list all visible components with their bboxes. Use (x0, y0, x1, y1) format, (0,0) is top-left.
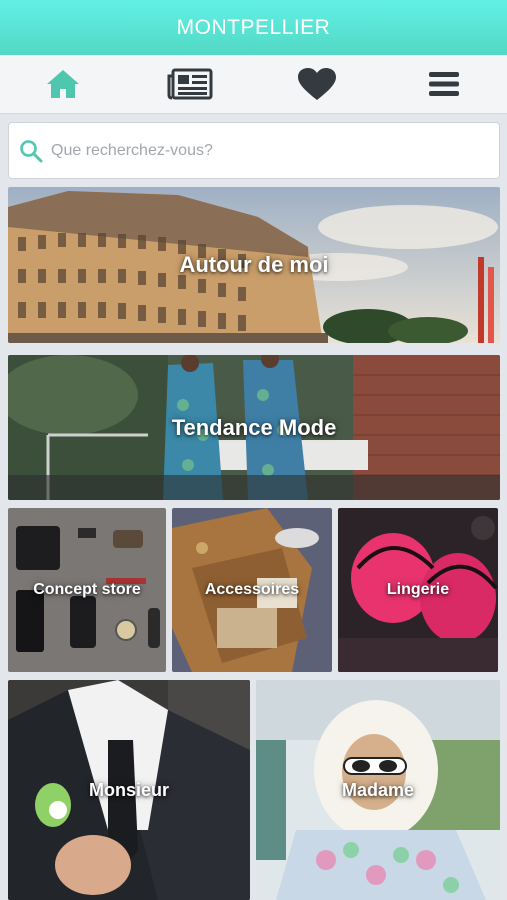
tile-lingerie[interactable]: Lingerie (338, 508, 498, 672)
nav-favorites-button[interactable] (287, 59, 347, 109)
newspaper-icon (167, 68, 213, 100)
tile-label-monsieur: Monsieur (88, 779, 169, 800)
heart-icon (297, 68, 336, 100)
tile-tendance-mode[interactable]: Tendance Mode (8, 355, 500, 500)
tile-accessoires[interactable]: Accessoires (172, 508, 332, 672)
tile-label-accessoires: Accessoires (204, 581, 300, 598)
city-title: MONTPELLIER (176, 15, 331, 39)
tile-label-lingerie: Lingerie (386, 581, 450, 598)
tile-label-tendance: Tendance Mode (171, 414, 337, 440)
tile-concept-store[interactable]: Concept store (8, 508, 166, 672)
menu-icon (428, 72, 459, 96)
tile-label-concept: Concept store (33, 581, 141, 598)
tile-monsieur[interactable]: Monsieur (8, 680, 250, 900)
nav-bar (0, 55, 507, 114)
search-bar[interactable] (8, 122, 500, 179)
search-input[interactable] (51, 135, 471, 166)
tile-madame[interactable]: Madame (256, 680, 500, 900)
app-header: MONTPELLIER (0, 0, 507, 55)
nav-home-button[interactable] (33, 59, 93, 109)
tile-label-autour: Autour de moi (179, 252, 329, 277)
home-icon (47, 70, 80, 98)
tile-autour-de-moi[interactable]: Autour de moi (8, 187, 500, 343)
nav-menu-button[interactable] (414, 59, 474, 109)
search-icon (20, 139, 43, 162)
nav-news-button[interactable] (160, 59, 220, 109)
tile-label-madame: Madame (341, 779, 415, 800)
